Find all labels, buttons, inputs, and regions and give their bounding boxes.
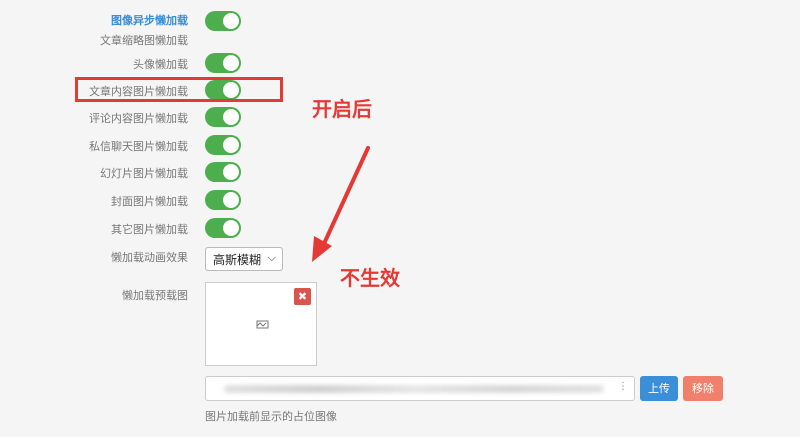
avatar-row: 头像懒加载 (0, 53, 800, 75)
broken-image-icon (256, 320, 269, 329)
preview-row: 懒加载预载图 (0, 284, 800, 306)
toggle-label-chat-image: 私信聊天图片懒加载 (89, 140, 188, 153)
preview-hint: 图片加载前显示的占位图像 (205, 410, 337, 423)
toggle-knob (223, 55, 239, 71)
toggle-knob (223, 137, 239, 153)
chevron-down-icon: ⌵ (267, 251, 276, 264)
toggle-thumbnail-lazyload[interactable] (205, 11, 241, 31)
toggle-chat-image-lazyload[interactable] (205, 135, 241, 155)
toggle-knob (223, 220, 239, 236)
annotation-after-enable: 开启后 (312, 97, 372, 121)
animation-select-value: 高斯模糊 (213, 253, 262, 267)
remove-button[interactable]: 移除 (683, 376, 723, 401)
toggle-knob (223, 164, 239, 180)
toggle-cover-image-lazyload[interactable] (205, 190, 241, 210)
image-url-input[interactable]: ⋮ (205, 376, 635, 401)
blurred-url-value (224, 385, 604, 393)
highlight-box (75, 77, 283, 102)
toggle-label-slide-image: 幻灯片图片懒加载 (100, 167, 188, 180)
section-heading: 图像异步懒加载 (111, 14, 188, 27)
animation-row: 懒加载动画效果 (0, 247, 800, 269)
thumbnail-label-row: 文章缩略图懒加载 (0, 29, 800, 51)
toggle-other-image-lazyload[interactable] (205, 218, 241, 238)
comment-image-row: 评论内容图片懒加载 (0, 107, 800, 129)
animation-label: 懒加载动画效果 (111, 251, 188, 264)
toggle-slide-image-lazyload[interactable] (205, 162, 241, 182)
cover-image-row: 封面图片懒加载 (0, 190, 800, 212)
slide-image-row: 幻灯片图片懒加载 (0, 162, 800, 184)
animation-select[interactable]: 高斯模糊 ⌵ (205, 247, 283, 271)
toggle-avatar-lazyload[interactable] (205, 53, 241, 73)
other-image-row: 其它图片懒加载 (0, 218, 800, 240)
toggle-label-other-image: 其它图片懒加载 (111, 223, 188, 236)
chat-image-row: 私信聊天图片懒加载 (0, 135, 800, 157)
toggle-knob (223, 13, 239, 29)
toggle-label-avatar: 头像懒加载 (133, 58, 188, 71)
toggle-knob (223, 192, 239, 208)
toggle-comment-image-lazyload[interactable] (205, 107, 241, 127)
toggle-label-thumbnail: 文章缩略图懒加载 (100, 34, 188, 47)
toggle-label-cover-image: 封面图片懒加载 (111, 195, 188, 208)
toggle-knob (223, 109, 239, 125)
preview-image-box: ✖ (205, 282, 317, 366)
remove-image-icon[interactable]: ✖ (294, 288, 311, 305)
preview-label: 懒加载预载图 (122, 289, 188, 302)
toggle-label-comment-image: 评论内容图片懒加载 (89, 112, 188, 125)
field-resize-icon: ⋮ (618, 381, 628, 392)
upload-button[interactable]: 上传 (640, 376, 678, 401)
